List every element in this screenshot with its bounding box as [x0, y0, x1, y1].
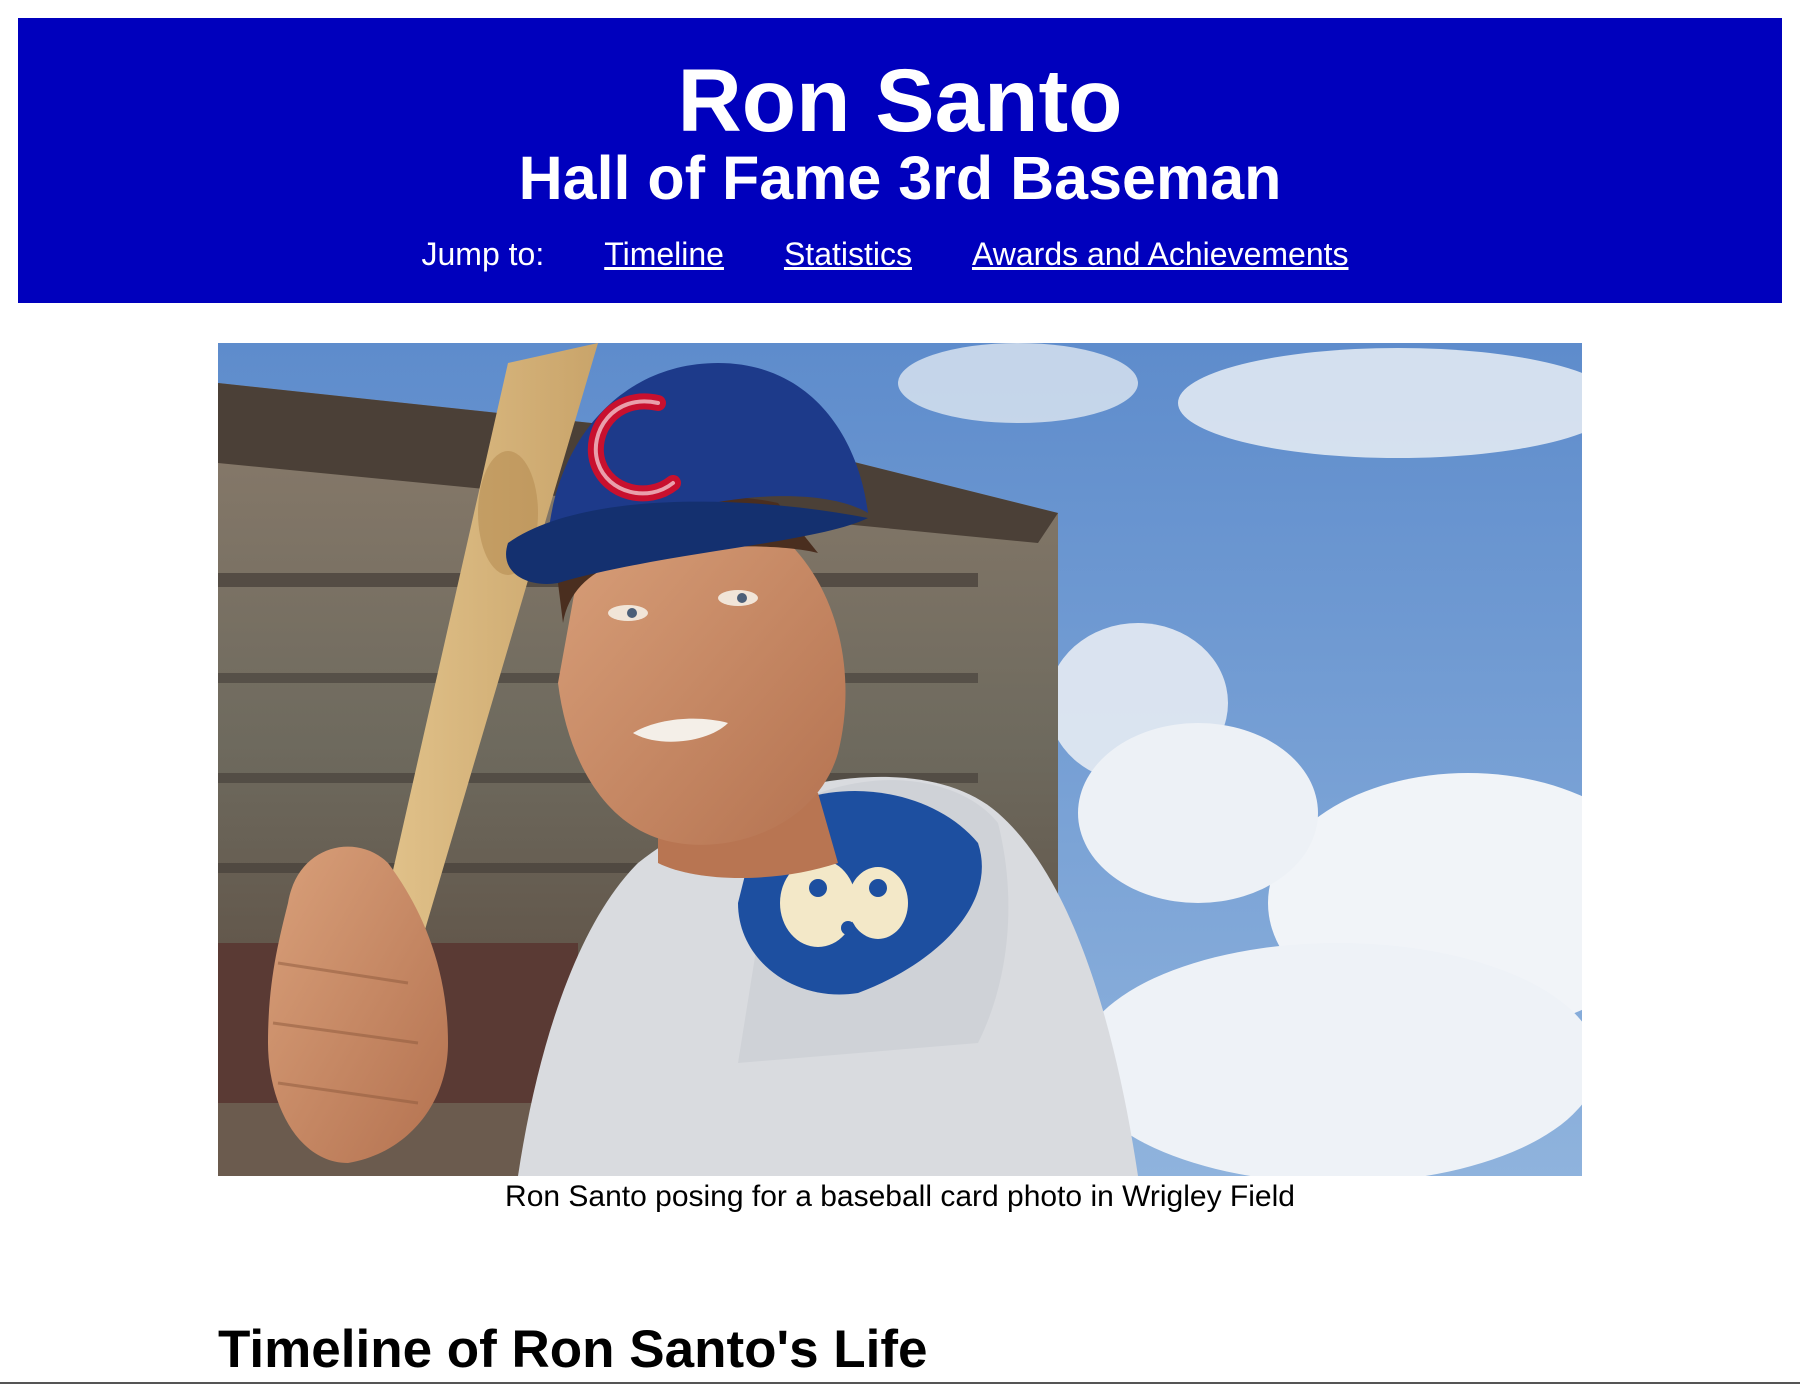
page: Ron Santo Hall of Fame 3rd Baseman Jump … [0, 0, 1800, 1384]
page-subtitle: Hall of Fame 3rd Baseman [518, 144, 1282, 212]
section-title-timeline: Timeline of Ron Santo's Life [218, 1320, 928, 1379]
nav-link-statistics[interactable]: Statistics [784, 238, 912, 270]
nav-link-awards[interactable]: Awards and Achievements [972, 238, 1349, 270]
jump-nav: Jump to: Timeline Statistics Awards and … [18, 238, 1782, 270]
jump-nav-label: Jump to: [421, 236, 545, 272]
nav-link-timeline[interactable]: Timeline [604, 238, 724, 270]
page-header: Ron Santo Hall of Fame 3rd Baseman Jump … [18, 18, 1782, 303]
page-title: Ron Santo [677, 50, 1123, 150]
photo-caption: Ron Santo posing for a baseball card pho… [505, 1180, 1295, 1213]
hero-photo [218, 343, 1582, 1176]
